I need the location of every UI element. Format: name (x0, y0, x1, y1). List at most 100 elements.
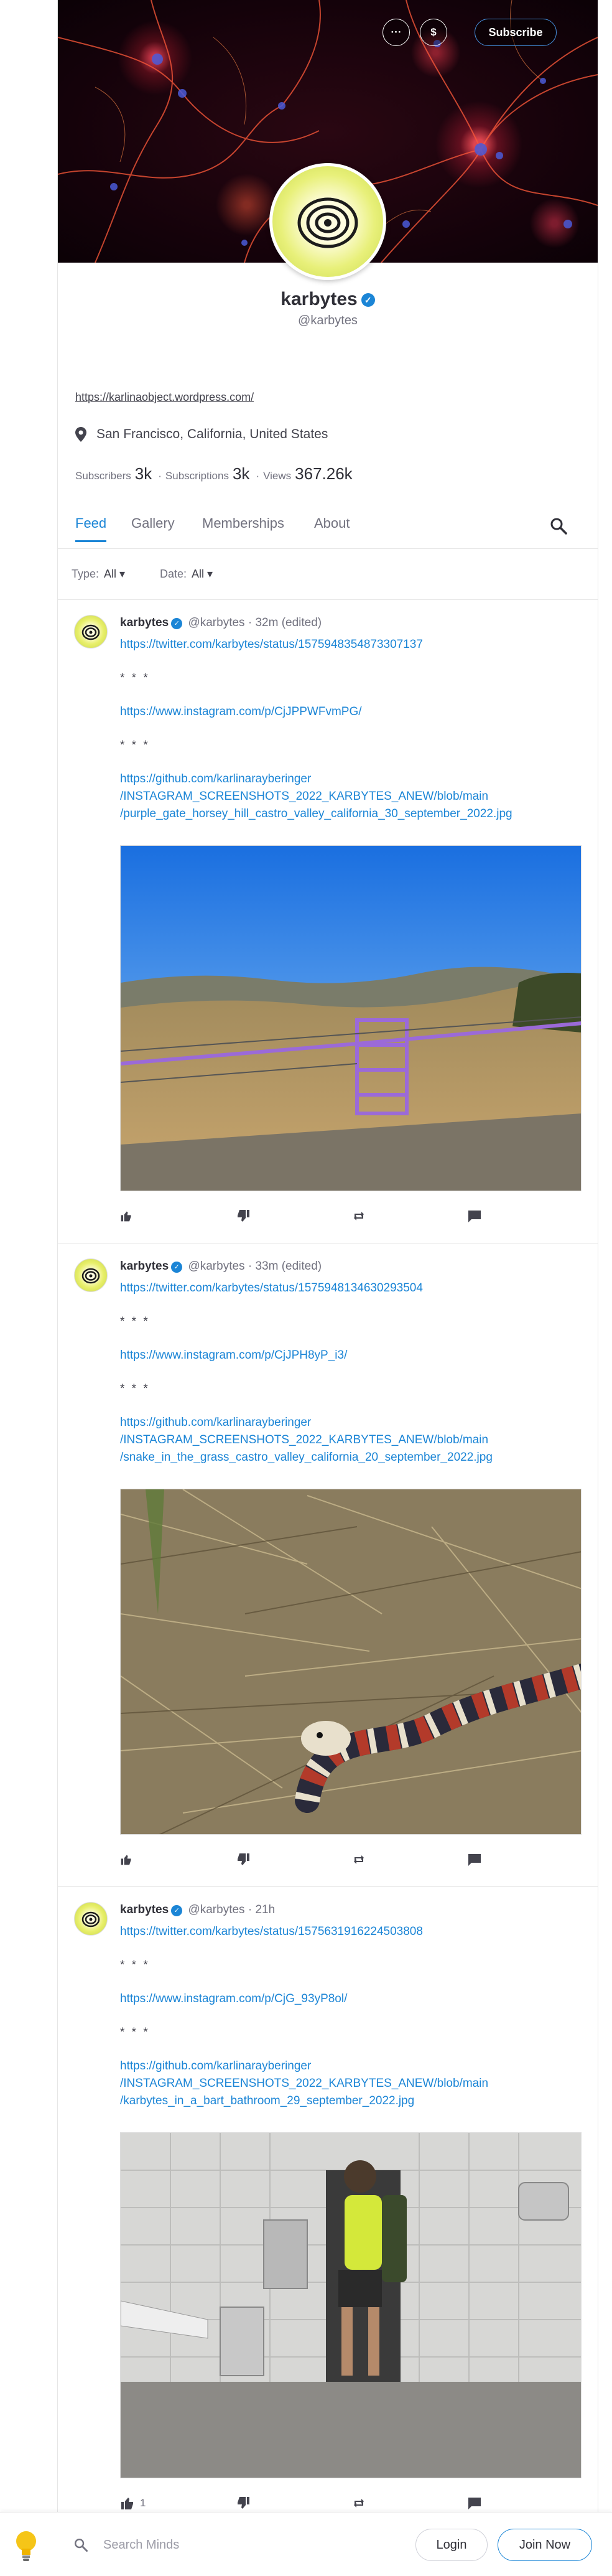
stats-dot: · (158, 470, 162, 482)
github-link-line: /snake_in_the_grass_castro_valley_califo… (120, 1451, 493, 1464)
post-avatar[interactable] (74, 615, 108, 649)
thumb-up-button[interactable]: 1 (120, 2494, 157, 2512)
comment-icon (468, 2498, 481, 2509)
instagram-link[interactable]: https://www.instagram.com/p/CjG_93yP8ol/ (120, 1990, 586, 2008)
twitter-link[interactable]: https://twitter.com/karbytes/status/1575… (120, 636, 586, 653)
post-time[interactable]: · 21h (248, 1903, 275, 1916)
github-link-line: https://github.com/karlinarayberinger (120, 1416, 312, 1429)
post-handle: @karbytes (188, 1903, 245, 1916)
thumb-down-button[interactable] (236, 2494, 253, 2512)
subscriptions-count[interactable]: 3k (233, 464, 249, 484)
spiral-logo (81, 624, 100, 640)
remind-icon (354, 1855, 364, 1864)
bottom-bar: Search Minds Login Join Now (0, 2512, 612, 2576)
type-filter[interactable]: Type: All ▾ (72, 568, 125, 581)
thumb-down-button[interactable] (236, 1207, 253, 1225)
comment-button[interactable] (467, 1851, 484, 1868)
more-icon: ··· (391, 26, 402, 38)
channel-stats: Subscribers 3k · Subscriptions 3k · View… (75, 464, 355, 484)
page: ··· $ Subscribe karbytes ✓ @karbytes htt… (0, 0, 612, 2576)
tab-feed[interactable]: Feed (75, 515, 107, 542)
feed-post: karbytes ✓ @karbytes · 32m (edited) https… (58, 600, 598, 1244)
search-minds-input[interactable]: Search Minds (73, 2534, 322, 2556)
like-count: 1 (140, 2497, 146, 2509)
post-image[interactable] (120, 845, 582, 1191)
post-handle: @karbytes (188, 616, 245, 629)
subscribers-label: Subscribers (75, 470, 131, 482)
verified-icon: ✓ (361, 293, 375, 307)
bathroom-photo (121, 2133, 581, 2478)
type-filter-label: Type: (72, 568, 100, 580)
github-link-line: https://github.com/karlinarayberinger (120, 772, 312, 785)
post-body: https://twitter.com/karbytes/status/1575… (120, 1280, 586, 1466)
post-avatar[interactable] (74, 1258, 108, 1292)
post-body: https://twitter.com/karbytes/status/1575… (120, 636, 586, 823)
comment-icon (468, 1854, 481, 1866)
instagram-link[interactable]: https://www.instagram.com/p/CjJPH8yP_i3/ (120, 1347, 586, 1364)
post-time[interactable]: · 33m (edited) (248, 1260, 322, 1273)
thumb-up-icon (121, 1211, 131, 1222)
dollar-icon: $ (430, 26, 437, 38)
instagram-link[interactable]: https://www.instagram.com/p/CjJPPWFvmPG/ (120, 703, 586, 721)
channel-avatar[interactable] (269, 163, 386, 280)
thumb-up-button[interactable] (120, 1851, 137, 1868)
channel-name-text: karbytes (280, 289, 358, 309)
date-filter-value: All ▾ (192, 568, 213, 580)
post-image[interactable] (120, 2132, 582, 2478)
post-time[interactable]: · 32m (edited) (248, 616, 322, 629)
post-username[interactable]: karbytes (120, 1903, 169, 1916)
type-filter-value: All ▾ (104, 568, 126, 580)
github-link-line: /INSTAGRAM_SCREENSHOTS_2022_KARBYTES_ANE… (120, 2077, 489, 2090)
tab-memberships[interactable]: Memberships (202, 515, 284, 532)
thumb-down-icon (238, 2497, 249, 2509)
snake-in-grass-photo (121, 1489, 581, 1834)
search-icon[interactable] (549, 517, 568, 535)
comment-button[interactable] (467, 2494, 484, 2512)
tip-button[interactable]: $ (420, 19, 447, 46)
date-filter[interactable]: Date: All ▾ (160, 568, 213, 581)
feed-filters: Type: All ▾ Date: All ▾ (58, 549, 598, 600)
thumb-down-button[interactable] (236, 1851, 253, 1868)
separator: * * * (120, 1382, 150, 1395)
separator: * * * (120, 1959, 150, 1972)
remind-button[interactable] (351, 2494, 369, 2512)
website-link[interactable]: https://karlinaobject.wordpress.com/ (75, 391, 254, 404)
remind-button[interactable] (351, 1207, 369, 1225)
login-button[interactable]: Login (415, 2529, 488, 2561)
github-link[interactable]: https://github.com/karlinarayberinger /I… (120, 2058, 586, 2110)
github-link[interactable]: https://github.com/karlinarayberinger /I… (120, 770, 586, 823)
verified-icon: ✓ (171, 618, 183, 629)
spiral-logo (297, 197, 358, 248)
comment-button[interactable] (467, 1207, 484, 1225)
subscribe-button[interactable]: Subscribe (475, 19, 557, 46)
thumb-up-button[interactable] (120, 1207, 137, 1225)
tab-gallery[interactable]: Gallery (131, 515, 175, 532)
feed-post: karbytes ✓ @karbytes · 21h https://twitte… (58, 1887, 598, 2576)
remind-button[interactable] (351, 1851, 369, 1868)
github-link[interactable]: https://github.com/karlinarayberinger /I… (120, 1414, 586, 1466)
github-link-line: /INSTAGRAM_SCREENSHOTS_2022_KARBYTES_ANE… (120, 790, 489, 803)
separator: * * * (120, 739, 150, 752)
remind-icon (354, 1212, 364, 1220)
post-header: karbytes ✓ @karbytes · 33m (edited) (120, 1260, 322, 1273)
github-link-line: /karbytes_in_a_bart_bathroom_29_septembe… (120, 2094, 415, 2107)
subscribers-count[interactable]: 3k (135, 464, 152, 484)
post-username[interactable]: karbytes (120, 1260, 169, 1273)
post-avatar[interactable] (74, 1902, 108, 1936)
lightbulb-icon[interactable] (14, 2529, 39, 2564)
feed-post: karbytes ✓ @karbytes · 33m (edited) https… (58, 1244, 598, 1887)
search-icon (75, 2539, 88, 2552)
more-options-button[interactable]: ··· (382, 19, 410, 46)
stats-dot: · (256, 470, 260, 482)
tab-about[interactable]: About (314, 515, 350, 532)
post-username[interactable]: karbytes (120, 616, 169, 629)
twitter-link[interactable]: https://twitter.com/karbytes/status/1575… (120, 1280, 586, 1297)
twitter-link[interactable]: https://twitter.com/karbytes/status/1575… (120, 1923, 586, 1941)
post-header: karbytes ✓ @karbytes · 21h (120, 1903, 275, 1917)
channel-column: ··· $ Subscribe karbytes ✓ @karbytes htt… (57, 0, 598, 2576)
github-link-line: /purple_gate_horsey_hill_castro_valley_c… (120, 807, 512, 820)
comment-icon (468, 1211, 481, 1222)
join-now-button[interactable]: Join Now (498, 2529, 592, 2561)
remind-icon (354, 2499, 364, 2508)
post-image[interactable] (120, 1489, 582, 1835)
